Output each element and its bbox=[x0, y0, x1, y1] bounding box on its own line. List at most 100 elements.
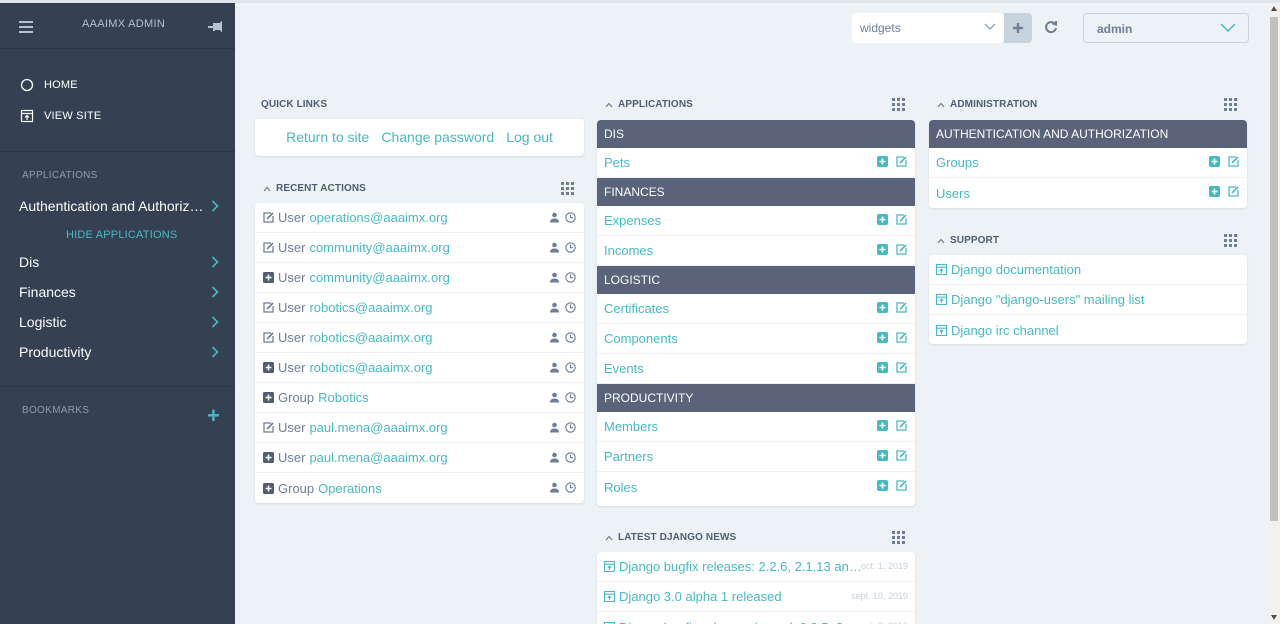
recent-action-row: User robotics@aaaimx.org bbox=[255, 323, 584, 353]
add-icon[interactable] bbox=[877, 244, 888, 255]
app-group-header[interactable]: AUTHENTICATION AND AUTHORIZATION bbox=[929, 120, 1247, 148]
edit-icon[interactable] bbox=[896, 332, 907, 343]
edit-icon[interactable] bbox=[896, 450, 907, 461]
app-group-header[interactable]: PRODUCTIVITY bbox=[597, 384, 915, 412]
grid-icon[interactable] bbox=[892, 98, 905, 111]
support-link-row: Django irc channel bbox=[929, 315, 1247, 344]
model-link[interactable]: Roles bbox=[604, 480, 637, 495]
refresh-icon[interactable] bbox=[1043, 19, 1059, 35]
scroll-down-arrow-icon[interactable] bbox=[1271, 615, 1277, 620]
news-link[interactable]: Django bugfix releases issued: 2.2.5, 2… bbox=[619, 620, 856, 624]
administration-title[interactable]: ADMINISTRATION bbox=[937, 99, 1037, 110]
sidebar-app-logistic[interactable]: Logistic bbox=[0, 307, 235, 337]
hide-applications-link[interactable]: HIDE APPLICATIONS bbox=[66, 229, 177, 241]
sidebar-link-home[interactable]: HOME bbox=[20, 78, 78, 92]
model-link[interactable]: Incomes bbox=[604, 243, 653, 258]
recent-actions-title[interactable]: RECENT ACTIONS bbox=[263, 183, 366, 194]
model-link[interactable]: Events bbox=[604, 361, 644, 376]
widgets-select[interactable]: widgets bbox=[852, 13, 1004, 43]
edit-icon[interactable] bbox=[896, 302, 907, 313]
model-link[interactable]: Partners bbox=[604, 449, 653, 464]
change-password-link[interactable]: Change password bbox=[381, 129, 494, 145]
model-link[interactable]: Groups bbox=[936, 155, 979, 170]
edit-icon[interactable] bbox=[896, 420, 907, 431]
page-scrollbar[interactable] bbox=[1268, 3, 1280, 624]
add-icon[interactable] bbox=[1209, 156, 1220, 167]
recent-action-meta bbox=[549, 302, 576, 313]
add-bookmark-icon[interactable]: + bbox=[207, 405, 220, 427]
recent-action-object-link[interactable]: community@aaaimx.org bbox=[309, 240, 449, 255]
add-icon[interactable] bbox=[877, 480, 888, 491]
edit-icon[interactable] bbox=[896, 480, 907, 491]
applications-title[interactable]: APPLICATIONS bbox=[605, 99, 693, 110]
model-link[interactable]: Pets bbox=[604, 155, 630, 170]
model-link[interactable]: Components bbox=[604, 331, 678, 346]
edit-icon[interactable] bbox=[896, 244, 907, 255]
recent-action-object-link[interactable]: Operations bbox=[318, 481, 382, 496]
log-out-link[interactable]: Log out bbox=[506, 129, 553, 145]
app-group-header[interactable]: DIS bbox=[597, 120, 915, 148]
add-icon[interactable] bbox=[877, 420, 888, 431]
add-icon[interactable] bbox=[877, 156, 888, 167]
news-title[interactable]: LATEST DJANGO NEWS bbox=[605, 532, 736, 543]
add-icon[interactable] bbox=[877, 450, 888, 461]
sidebar-app-productivity[interactable]: Productivity bbox=[0, 337, 235, 367]
add-icon[interactable] bbox=[877, 362, 888, 373]
model-link[interactable]: Certificates bbox=[604, 301, 669, 316]
edit-icon[interactable] bbox=[1228, 156, 1239, 167]
module-title-text: ADMINISTRATION bbox=[950, 99, 1038, 110]
menu-toggle-icon[interactable] bbox=[19, 21, 33, 33]
recent-action-object-link[interactable]: robotics@aaaimx.org bbox=[309, 360, 432, 375]
recent-action-object-link[interactable]: robotics@aaaimx.org bbox=[309, 330, 432, 345]
add-widget-button[interactable] bbox=[1004, 13, 1032, 43]
grid-icon[interactable] bbox=[1224, 234, 1237, 247]
news-link[interactable]: Django bugfix releases: 2.2.6, 2.1.13 an… bbox=[619, 559, 862, 574]
user-icon bbox=[550, 362, 559, 373]
pin-icon[interactable] bbox=[208, 21, 222, 33]
sidebar-app-dis[interactable]: Dis bbox=[0, 247, 235, 277]
recent-action-object-link[interactable]: paul.mena@aaaimx.org bbox=[309, 450, 447, 465]
edit-icon[interactable] bbox=[896, 156, 907, 167]
recent-action-meta bbox=[549, 242, 576, 253]
recent-action-object-link[interactable]: operations@aaaimx.org bbox=[309, 210, 447, 225]
grid-icon[interactable] bbox=[892, 531, 905, 544]
support-link[interactable]: Django "django-users" mailing list bbox=[951, 292, 1145, 307]
add-icon[interactable] bbox=[877, 214, 888, 225]
sidebar-link-view-site[interactable]: VIEW SITE bbox=[20, 109, 101, 123]
add-icon[interactable] bbox=[877, 302, 888, 313]
add-icon[interactable] bbox=[877, 332, 888, 343]
support-link[interactable]: Django documentation bbox=[951, 262, 1081, 277]
add-icon[interactable] bbox=[1209, 186, 1220, 197]
sidebar-app-label: Productivity bbox=[19, 344, 92, 360]
recent-action-row: User community@aaaimx.org bbox=[255, 263, 584, 293]
user-select[interactable]: admin bbox=[1083, 13, 1249, 43]
edit-icon[interactable] bbox=[896, 214, 907, 225]
scrollbar-thumb[interactable] bbox=[1270, 17, 1278, 521]
app-group-header[interactable]: LOGISTIC bbox=[597, 266, 915, 294]
support-link[interactable]: Django irc channel bbox=[951, 323, 1059, 338]
grid-icon[interactable] bbox=[561, 182, 574, 195]
user-icon bbox=[550, 422, 559, 433]
edit-icon[interactable] bbox=[896, 362, 907, 373]
recent-action-row: User paul.mena@aaaimx.org bbox=[255, 413, 584, 443]
model-row: Expenses bbox=[597, 206, 915, 236]
app-group-header[interactable]: FINANCES bbox=[597, 178, 915, 206]
clock-icon bbox=[565, 392, 576, 403]
recent-action-object-link[interactable]: Robotics bbox=[318, 390, 369, 405]
recent-action-object-link[interactable]: robotics@aaaimx.org bbox=[309, 300, 432, 315]
recent-action-object-link[interactable]: paul.mena@aaaimx.org bbox=[309, 420, 447, 435]
edit-icon[interactable] bbox=[1228, 186, 1239, 197]
model-link[interactable]: Users bbox=[936, 186, 970, 201]
external-link-icon bbox=[936, 264, 947, 275]
recent-action-object-link[interactable]: community@aaaimx.org bbox=[309, 270, 449, 285]
model-link[interactable]: Expenses bbox=[604, 213, 661, 228]
scroll-up-arrow-icon[interactable] bbox=[1271, 6, 1277, 11]
grid-icon[interactable] bbox=[1224, 98, 1237, 111]
support-title[interactable]: SUPPORT bbox=[937, 235, 999, 246]
return-to-site-link[interactable]: Return to site bbox=[286, 129, 369, 145]
sidebar-app-auth[interactable]: Authentication and Authoriz… bbox=[0, 191, 235, 221]
news-link[interactable]: Django 3.0 alpha 1 released bbox=[619, 589, 782, 604]
recent-action-row: User community@aaaimx.org bbox=[255, 233, 584, 263]
sidebar-app-finances[interactable]: Finances bbox=[0, 277, 235, 307]
model-link[interactable]: Members bbox=[604, 419, 658, 434]
